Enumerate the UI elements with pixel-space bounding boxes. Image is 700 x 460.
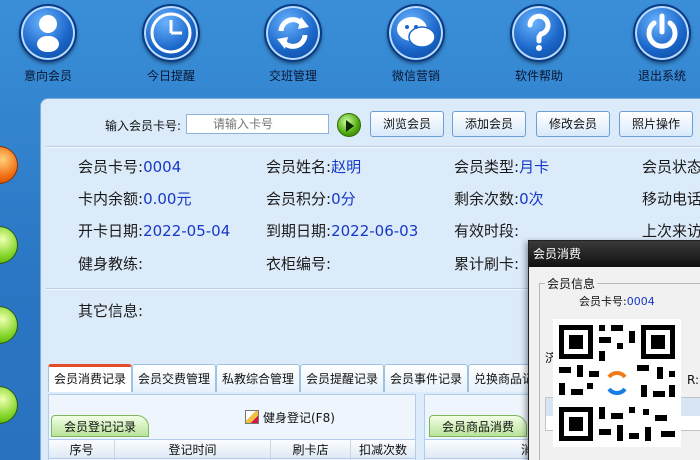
tab-consumption-records[interactable]: 会员消费记录 <box>48 364 133 392</box>
last-visit-label: 上次来访 <box>642 222 700 240</box>
member-type-value: 月卡 <box>519 158 550 176</box>
open-date-value: 2022-05-04 <box>143 222 231 240</box>
member-name-value: 赵明 <box>331 158 362 176</box>
column-header: 消费 <box>425 440 545 460</box>
other-info-label: 其它信息: <box>78 302 144 320</box>
toolbar-label: 意向会员 <box>23 69 72 83</box>
expire-date-field: 到期日期:2022-06-03 <box>266 222 419 240</box>
valid-period-label: 有效时段: <box>454 222 520 240</box>
browse-member-button[interactable]: 浏览会员 <box>370 111 444 137</box>
toolbar-label: 退出系统 <box>637 69 686 83</box>
balance-field: 卡内余额:0.00元 <box>78 190 192 208</box>
remaining-field: 剩余次数:0次 <box>454 190 544 208</box>
top-toolbar: 意向会员 今日提醒 交班管理 微信营销 软件帮助 退出系统 <box>0 0 700 94</box>
card-number-input[interactable] <box>186 114 329 134</box>
photo-operation-button[interactable]: 照片操作 <box>619 111 693 137</box>
toolbar-help-button[interactable]: 软件帮助 <box>494 4 584 84</box>
subtab-goods-consumption[interactable]: 会员商品消费 <box>429 415 528 437</box>
toolbar-label: 软件帮助 <box>514 69 563 83</box>
card-number-field: 会员卡号:0004 <box>78 158 182 176</box>
points-value: 0分 <box>331 190 356 208</box>
play-icon <box>346 120 354 132</box>
column-header: 刷卡店 <box>271 440 351 460</box>
toolbar-intent-member-button[interactable]: 意向会员 <box>3 4 93 84</box>
member-name-field: 会员姓名:赵明 <box>266 158 362 176</box>
member-type-field: 会员类型:月卡 <box>454 158 550 176</box>
remaining-value: 0次 <box>519 190 544 208</box>
coach-label: 健身教练: <box>78 255 144 273</box>
clock-icon <box>142 4 200 62</box>
mobile-label: 移动电话 <box>642 190 700 208</box>
refresh-icon <box>264 4 322 62</box>
points-field: 会员积分:0分 <box>266 190 356 208</box>
subtab-register-records[interactable]: 会员登记记录 <box>51 415 150 437</box>
group-legend: 会员信息 <box>545 275 598 292</box>
toolbar-label: 微信营销 <box>391 69 440 83</box>
register-table-header: 序号 登记时间 刷卡店 扣减次数 <box>49 439 415 460</box>
side-orb-red[interactable] <box>0 146 18 184</box>
toolbar-shift-management-button[interactable]: 交班管理 <box>248 4 338 84</box>
add-member-button[interactable]: 添加会员 <box>452 111 526 137</box>
locker-label: 衣柜编号: <box>266 255 332 273</box>
open-date-field: 开卡日期:2022-05-04 <box>78 222 231 240</box>
balance-value: 0.00元 <box>143 190 192 208</box>
toolbar-label: 今日提醒 <box>146 69 195 83</box>
toolbar-label: 交班管理 <box>268 69 317 83</box>
chat-bubbles-icon <box>387 4 445 62</box>
side-orb-green[interactable] <box>0 306 18 344</box>
fitness-register-button[interactable]: 健身登记(F8) <box>245 409 335 426</box>
toolbar-wechat-marketing-button[interactable]: 微信营销 <box>371 4 461 84</box>
column-header: 序号 <box>49 440 115 460</box>
popup-title: 会员消费 <box>529 241 700 267</box>
consumption-popup: 会员消费 会员信息 会员卡号:0004 济 R: 称 <box>528 240 700 460</box>
column-header: 扣减次数 <box>358 443 407 457</box>
edit-member-button[interactable]: 修改会员 <box>536 111 610 137</box>
column-header: 登记时间 <box>115 440 271 460</box>
total-swipes-label: 累计刷卡: <box>454 255 520 273</box>
tab-reminder-records[interactable]: 会员提醒记录 <box>300 364 385 392</box>
side-orb-green[interactable] <box>0 386 18 424</box>
tab-payment-management[interactable]: 会员交费管理 <box>132 364 217 392</box>
register-records-section: 会员登记记录 健身登记(F8) 序号 登记时间 刷卡店 扣减次数 <box>48 394 416 460</box>
help-icon <box>510 4 568 62</box>
power-icon <box>633 4 691 62</box>
popup-card-number: 会员卡号:0004 <box>579 295 655 308</box>
tab-event-records[interactable]: 会员事件记录 <box>384 364 469 392</box>
toolbar-exit-button[interactable]: 退出系统 <box>617 4 700 84</box>
search-label: 输入会员卡号: <box>105 119 182 133</box>
divider <box>46 146 700 148</box>
go-button[interactable] <box>337 113 361 137</box>
search-bar: 输入会员卡号: 浏览会员 添加会员 修改会员 照片操作 <box>41 99 700 147</box>
qr-code-image <box>553 319 681 447</box>
pencil-icon <box>245 410 259 424</box>
tab-personal-training[interactable]: 私教综合管理 <box>216 364 301 392</box>
member-status-label: 会员状态 <box>642 158 700 176</box>
toolbar-today-reminder-button[interactable]: 今日提醒 <box>126 4 216 84</box>
member-icon <box>19 4 77 62</box>
expire-date-value: 2022-06-03 <box>331 222 419 240</box>
side-orb-green[interactable] <box>0 226 18 264</box>
card-number-value: 0004 <box>143 158 182 176</box>
popup-partial-label: R: <box>687 373 700 387</box>
